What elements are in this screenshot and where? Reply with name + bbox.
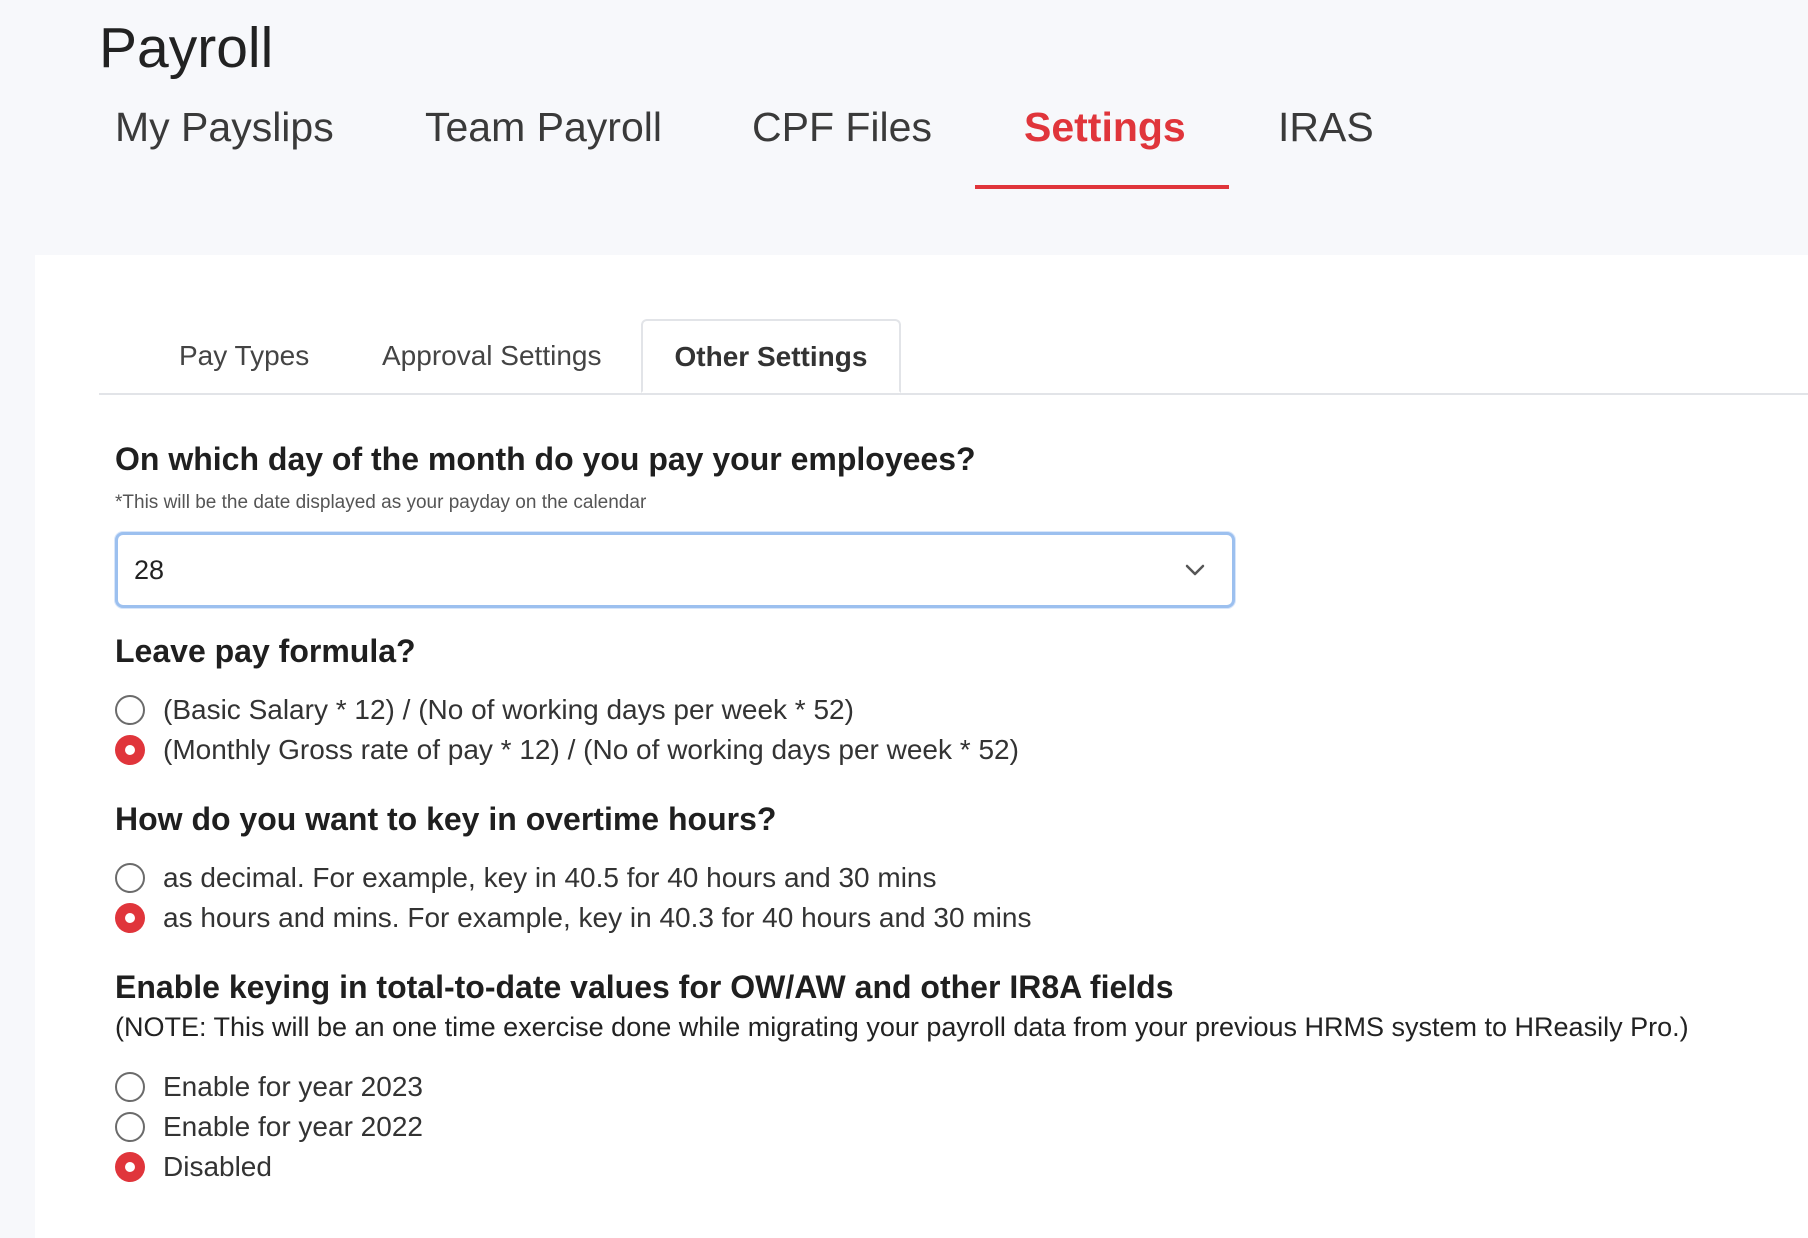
- payday-hint: *This will be the date displayed as your…: [115, 492, 647, 513]
- tab-settings[interactable]: Settings: [1024, 95, 1186, 159]
- tab-cpf-files[interactable]: CPF Files: [752, 95, 932, 159]
- subtab-other-settings[interactable]: Other Settings: [641, 319, 901, 393]
- ttd-question: Enable keying in total-to-date values fo…: [115, 969, 1174, 1005]
- radio-button[interactable]: [115, 1112, 145, 1142]
- radio-label: Enable for year 2022: [163, 1111, 423, 1142]
- tab-my-payslips[interactable]: My Payslips: [115, 95, 334, 159]
- page-title: Payroll: [99, 16, 274, 80]
- radio-label: as hours and mins. For example, key in 4…: [163, 902, 1032, 933]
- subtab-approval-settings[interactable]: Approval Settings: [382, 319, 601, 393]
- tab-iras[interactable]: IRAS: [1278, 95, 1374, 159]
- radio-button-selected[interactable]: [115, 1152, 145, 1182]
- radio-label: Disabled: [163, 1151, 272, 1182]
- tab-team-payroll[interactable]: Team Payroll: [425, 95, 662, 159]
- main-tab-bar: My Payslips Team Payroll CPF Files Setti…: [0, 95, 1808, 195]
- sub-tab-bar: Pay Types Approval Settings Other Settin…: [99, 319, 1808, 395]
- radio-label: Enable for year 2023: [163, 1071, 423, 1102]
- radio-button[interactable]: [115, 1072, 145, 1102]
- radio-button[interactable]: [115, 695, 145, 725]
- radio-button[interactable]: [115, 863, 145, 893]
- payday-select[interactable]: 28: [115, 532, 1235, 608]
- active-tab-indicator: [975, 185, 1229, 189]
- overtime-question: How do you want to key in overtime hours…: [115, 801, 777, 837]
- payday-question: On which day of the month do you pay you…: [115, 441, 976, 477]
- subtab-pay-types[interactable]: Pay Types: [179, 319, 309, 393]
- radio-label: (Monthly Gross rate of pay * 12) / (No o…: [163, 734, 1019, 765]
- radio-label: (Basic Salary * 12) / (No of working day…: [163, 694, 854, 725]
- ttd-note: (NOTE: This will be an one time exercise…: [115, 1012, 1689, 1042]
- payday-selected-value: 28: [134, 555, 165, 585]
- leave-formula-question: Leave pay formula?: [115, 633, 416, 669]
- chevron-down-icon: [1185, 564, 1205, 576]
- radio-label: as decimal. For example, key in 40.5 for…: [163, 862, 937, 893]
- radio-button-selected[interactable]: [115, 903, 145, 933]
- radio-button-selected[interactable]: [115, 735, 145, 765]
